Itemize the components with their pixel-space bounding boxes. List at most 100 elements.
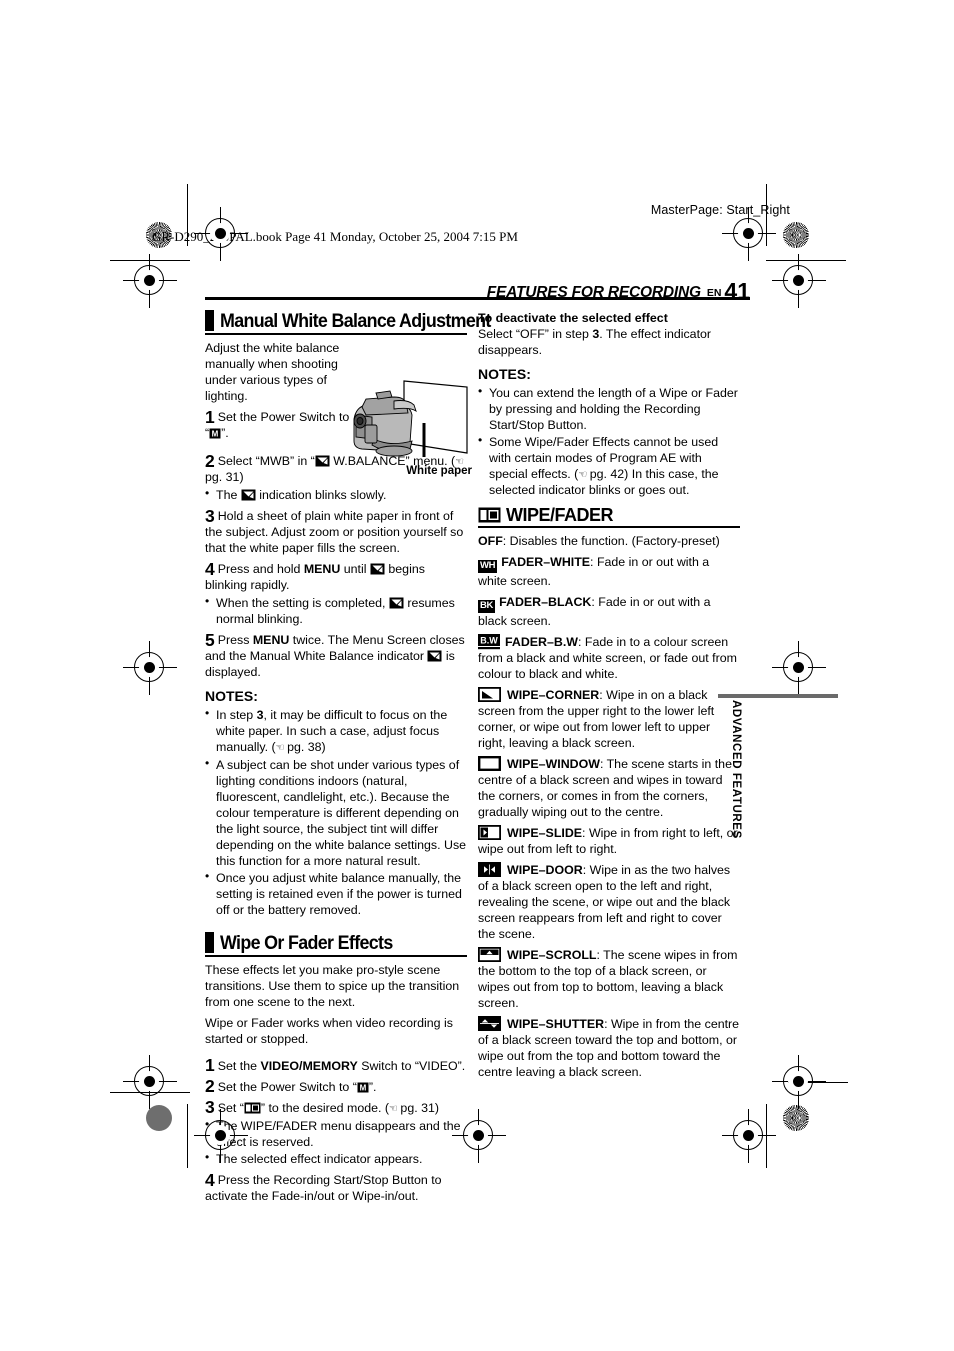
section-heading-wipe-or-fader: Wipe Or Fader Effects (205, 931, 467, 954)
wipe-step-4: 4 Press the Recording Start/Stop Button t… (205, 1169, 467, 1204)
white-balance-icon (427, 650, 442, 662)
step-text-mid: until (340, 562, 370, 577)
step-text: Select “MWB” in “ (217, 454, 315, 468)
entry-name: WIPE–DOOR (507, 863, 583, 878)
figure-caption: White paper (406, 465, 472, 478)
note-item: Some Wipe/Fader Effects cannot be used w… (478, 433, 740, 498)
video-memory-switch-label: VIDEO/MEMORY (260, 1058, 358, 1073)
bullet-text: When the setting is completed, (216, 596, 389, 611)
note-item: In step 3, it may be difficult to focus … (205, 706, 467, 755)
registration-mark-right-middle (772, 641, 826, 695)
step-text: Press the Recording Start/Stop Button to… (205, 1173, 442, 1204)
entry-separator: : (577, 635, 585, 650)
menu-button-label: MENU (252, 633, 290, 648)
step-number: 1 (205, 406, 215, 427)
entry-name: WIPE–CORNER (507, 688, 600, 703)
entry-separator: : (502, 534, 510, 549)
wipe-window-icon (478, 756, 501, 772)
trim-line (110, 260, 190, 261)
starburst-mark-bottom-right (783, 1105, 809, 1131)
wipe-step-3: 3 Set “ ” to the desired mode. (☜ pg. 31) (205, 1099, 467, 1117)
entry-name: WIPE–SCROLL (507, 948, 597, 963)
registration-mark-left-middle (123, 641, 177, 695)
step-4: 4 Press and hold MENU until begins blinki… (205, 558, 467, 593)
step-number: 2 (205, 450, 215, 471)
svg-text:M: M (360, 1083, 367, 1092)
step-number: 5 (205, 629, 215, 650)
starburst-mark-top-right (783, 222, 809, 248)
wipe-fader-entry: WIPE–CORNER: Wipe in on a black screen f… (478, 687, 740, 751)
camcorder-illustration (353, 380, 468, 457)
registration-mark-right-lower (772, 1055, 826, 1109)
entry-description: Disables the function. (Factory-preset) (509, 534, 720, 549)
notes-label: NOTES: (478, 366, 531, 382)
wipe-fader-entry: WIPE–SCROLL: The scene wipes in from the… (478, 947, 740, 1011)
running-head-rule (205, 297, 750, 300)
right-column: To deactivate the selected effect Select… (478, 310, 740, 1085)
trim-line (788, 1082, 848, 1083)
entry-separator: : (604, 1017, 611, 1032)
step-text: Hold a sheet of plain white paper in fro… (205, 509, 464, 556)
step-text-end: ”. (368, 1079, 377, 1094)
note-page-ref: pg. 42) (586, 467, 629, 482)
power-switch-m-icon: M (209, 428, 221, 439)
wipe-fader-entry: WIPE–SLIDE: Wipe in from right to left, … (478, 825, 740, 857)
menu-button-label: MENU (303, 562, 341, 577)
trim-line (187, 1104, 188, 1168)
note-item: You can extend the length of a Wipe or F… (478, 384, 740, 433)
step-text: Press and hold (217, 562, 304, 577)
step-text: Set the (217, 1058, 261, 1073)
note-page-ref: pg. 38) (283, 740, 326, 755)
white-balance-icon (370, 563, 385, 575)
wipe-fader-entry: OFF: Disables the function. (Factory-pre… (478, 533, 740, 549)
notes-label: NOTES: (205, 688, 258, 705)
section-heading-manual-white-balance: Manual White Balance Adjustment (205, 310, 491, 331)
deactivate-paragraph: Select “OFF” in step 3. The effect indic… (478, 326, 740, 358)
step-text-end: ”. (221, 426, 229, 440)
step-number: 2 (205, 1076, 215, 1097)
entry-name: FADER–BLACK (499, 595, 592, 610)
heading-bar-icon (205, 310, 214, 331)
wipe-fader-menu-icon (244, 1102, 261, 1114)
fader-bw-icon: B.W (478, 634, 500, 650)
registration-mark-top-right (722, 207, 776, 261)
deactivate-subheading: To deactivate the selected effect (478, 311, 668, 325)
registration-mark-bottom-right (722, 1109, 776, 1163)
left-column: Manual White Balance Adjustment Adjust t… (205, 310, 491, 1207)
wipe-fader-menu-icon (478, 507, 501, 523)
step-page-ref: pg. 31) (205, 470, 244, 485)
entry-separator: : (582, 826, 589, 841)
step-4-bullet: When the setting is completed, resumes n… (205, 594, 467, 627)
entry-separator: : (599, 757, 607, 772)
masterpage-label: MasterPage: Start_Right (650, 203, 790, 217)
solid-dot-mark-bottom-left (146, 1105, 172, 1131)
white-balance-icon (241, 489, 256, 501)
wipe-slide-icon (478, 825, 501, 841)
step-text-end: Switch to “VIDEO”. (357, 1058, 466, 1073)
wipe-fader-entry: BK FADER–BLACK: Fade in or out with a bla… (478, 594, 740, 629)
book-file-line: GR-D290_270PAL.book Page 41 Monday, Octo… (152, 229, 518, 244)
wipe-door-icon (478, 862, 501, 878)
registration-mark-left-lower (123, 1055, 177, 1109)
heading-bar-icon (205, 931, 214, 953)
step-text: Set “ (217, 1100, 244, 1115)
note-item: A subject can be shot under various type… (205, 756, 467, 869)
wipe-shutter-icon (478, 1016, 501, 1032)
wipe-fader-entry: B.W FADER–B.W: Fade in to a colour screen… (478, 634, 740, 682)
wipe-step-3-bullet-1: The WIPE/FADER menu disappears and the e… (205, 1117, 467, 1150)
step-number: 1 (205, 1055, 215, 1076)
note-text: In step (216, 708, 257, 723)
wipe-fader-intro-1: These effects let you make pro-style sce… (205, 962, 460, 1009)
step-number: 4 (205, 1169, 215, 1190)
section-title: Wipe Or Fader Effects (220, 932, 393, 954)
entry-name: FADER–WHITE (501, 555, 591, 570)
trim-line (110, 1092, 190, 1093)
wipe-fader-intro-2: Wipe or Fader works when video recording… (205, 1015, 453, 1046)
step-number: 4 (205, 558, 215, 579)
wipe-step-2: 2 Set the Power Switch to “M”. (205, 1076, 467, 1097)
section-title: Manual White Balance Adjustment (220, 311, 491, 332)
step-3: 3 Hold a sheet of plain white paper in fr… (205, 507, 467, 556)
entry-separator: : (582, 863, 590, 878)
registration-mark-left-upper (123, 254, 177, 308)
entry-name: WIPE–SLIDE (507, 826, 583, 841)
